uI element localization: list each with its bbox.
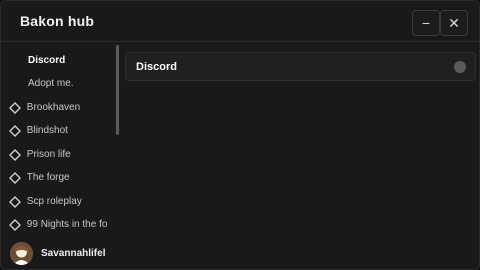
- sidebar-item-prison-life[interactable]: Prison life: [1, 144, 115, 164]
- sidebar-item-discord[interactable]: Discord: [1, 50, 115, 70]
- sidebar-item-label: Blindshot: [26, 124, 68, 136]
- diamond-icon: [9, 219, 21, 231]
- sidebar-item-label: Discord: [28, 54, 66, 66]
- sidebar-item-label: The forge: [26, 171, 70, 183]
- sidebar-item-99-nights[interactable]: 99 Nights in the fo: [1, 214, 115, 234]
- app-title: Bakon hub: [20, 13, 95, 29]
- sidebar-item-label: Prison life: [26, 148, 71, 160]
- sidebar-item-scp-roleplay[interactable]: Scp roleplay: [1, 191, 115, 211]
- sidebar-scrollbar[interactable]: [116, 45, 119, 135]
- diamond-icon: [9, 125, 21, 137]
- discord-section[interactable]: Discord: [125, 52, 476, 81]
- minimize-icon: −: [421, 15, 431, 31]
- sidebar-item-label: Brookhaven: [26, 101, 81, 113]
- sidebar-item-blindshot[interactable]: Blindshot: [1, 120, 115, 140]
- status-indicator: [454, 61, 466, 73]
- sidebar-item-label: Adopt me.: [28, 77, 74, 89]
- avatar: [10, 242, 33, 265]
- close-button[interactable]: ✕: [440, 10, 468, 36]
- sidebar-item-adopt-me[interactable]: Adopt me.: [1, 73, 115, 93]
- diamond-icon: [9, 102, 21, 114]
- sidebar: Discord Adopt me. Brookhaven Blindshot P…: [1, 42, 119, 269]
- sidebar-item-the-forge[interactable]: The forge: [1, 167, 115, 187]
- diamond-icon: [9, 149, 21, 161]
- sidebar-item-label: 99 Nights in the fo: [26, 218, 108, 230]
- username: Savannahlifel: [41, 248, 106, 259]
- user-profile: Savannahlifel: [1, 239, 119, 269]
- title-bar[interactable]: Bakon hub − ✕: [1, 1, 479, 42]
- minimize-button[interactable]: −: [412, 10, 440, 36]
- sidebar-item-brookhaven[interactable]: Brookhaven: [1, 97, 115, 117]
- diamond-icon: [9, 196, 21, 208]
- diamond-icon: [9, 172, 21, 184]
- close-icon: ✕: [448, 14, 460, 31]
- app-window: Bakon hub − ✕ Discord Adopt me. Brookhav…: [0, 0, 480, 270]
- sidebar-item-label: Scp roleplay: [26, 195, 82, 207]
- section-title: Discord: [136, 61, 177, 73]
